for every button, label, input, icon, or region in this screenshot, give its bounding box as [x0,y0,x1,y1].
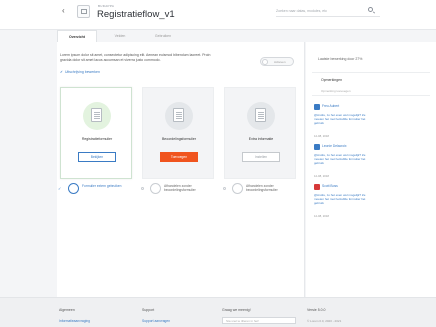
card-title: Extra informatie [248,137,274,141]
footer-heading: Graag we meenig! [222,308,251,312]
clock-icon [150,183,161,194]
option-label: Formulier extern gebruiken [82,184,122,188]
footer-heading: Versie 5.0.0 [307,308,326,312]
divider [312,72,430,73]
tab-velden[interactable]: Velden [103,30,137,42]
avatar [314,144,320,150]
copyright: © Lorem 0.0, 2020 - 2021 [307,319,342,323]
footer-heading: Support [142,308,155,312]
option-label: Afhandelen zonder beoordelingsformulier [246,184,278,193]
flow-icon [77,5,90,18]
clock-icon [232,183,243,194]
last-edited: Laatste bewerking door 27% [318,57,363,61]
search-icon[interactable] [368,7,373,12]
footer: Algemeen Informatieaanvraging Support Su… [0,297,436,327]
edit-link-label: Uitschrijving bewerken [64,70,100,74]
check-icon: ✓ [58,186,62,191]
radio-icon[interactable] [141,187,144,190]
comment-date: 12-08, 2018 [314,134,329,138]
globe-icon [68,183,79,194]
toggle-label: Actieven [274,60,286,64]
tab-overzicht[interactable]: Overzicht [57,30,97,42]
tab-gebruiken[interactable]: Gebruiken [143,30,183,42]
check-icon: ✓ [60,70,63,74]
newsletter-input[interactable]: Sta snel te tilleren in het! [222,317,296,324]
divider [312,95,430,96]
comment-author[interactable]: Scott Boss [322,184,338,188]
page-title: Registratieflow_v1 [97,9,175,20]
document-icon [173,108,184,122]
toggle-knob [262,59,268,65]
document-edit-icon [255,108,266,122]
comment-text: @Andre, zo het even wel mogelijk? Ze moe… [314,113,366,125]
comment-date: 12-08, 2018 [314,214,329,218]
remarks-title: Opmerkingen [321,78,343,82]
active-toggle[interactable]: Actieven [260,57,294,66]
card-title: Registratieformulier [81,137,113,141]
comment-date: 12-08, 2018 [314,174,329,178]
avatar [314,104,320,110]
circle-bg [83,102,111,130]
card-registratieformulier[interactable]: Registratieformulier Bekijken [60,87,132,179]
settings-button[interactable]: Instellen [242,152,280,162]
card-extra-informatie[interactable]: Extra informatie Instellen [224,87,296,179]
view-button[interactable]: Bekijken [78,152,116,162]
app-header: ‹ BUDAPPA Registratieflow_v1 Zoeken naar… [0,0,436,30]
comment-text: @Andre, zo het even wel mogelijk? Ze moe… [314,193,366,205]
breadcrumb[interactable]: BUDAPPA [98,4,114,8]
comment-text: @Andre, zo het even wel mogelijk? Ze moe… [314,153,366,165]
edit-link[interactable]: ✓ Uitschrijving bewerken [60,70,100,74]
search-input[interactable]: Zoeken naar datas, modules, etc [276,7,356,15]
search-underline [276,16,380,17]
comment-author[interactable]: Leonie Delacroix [322,144,347,148]
remark-input[interactable]: Opmerking toevoegen [321,89,351,93]
radio-icon[interactable] [223,187,226,190]
activity-sidebar: Laatste bewerking door 27% Opmerkingen O… [306,42,436,297]
comment-author[interactable]: Freu Aubert [322,104,339,108]
circle-bg [247,102,275,130]
footer-link[interactable]: Informatieaanvraging [59,319,90,323]
overview-panel: Lorem ipsum dolor sit amet, consectetur … [57,42,305,297]
document-icon [91,108,102,122]
footer-heading: Algemeen [59,308,75,312]
description: Lorem ipsum dolor sit amet, consectetur … [60,53,211,62]
add-button[interactable]: Toevoegen [160,152,198,162]
option-label: Afhandelen zonder beoordelingsformulier [164,184,196,193]
footer-link[interactable]: Support aanvragen [142,319,170,323]
card-beoordelingsformulier[interactable]: Beoordelingsformulier Toevoegen [142,87,214,179]
avatar [314,184,320,190]
back-arrow-icon[interactable]: ‹ [62,6,65,15]
circle-bg [165,102,193,130]
card-title: Beoordelingsformulier [161,137,197,141]
